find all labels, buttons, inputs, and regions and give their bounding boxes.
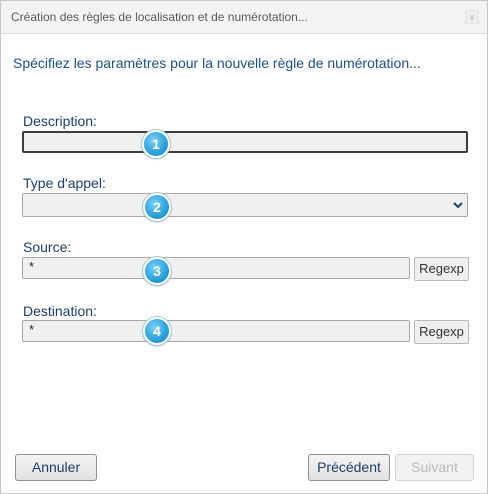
destination-value: *	[29, 322, 35, 337]
previous-button[interactable]: Précédent	[308, 454, 390, 481]
destination-label: Destination:	[23, 303, 97, 319]
source-label: Source:	[23, 239, 72, 255]
chevron-down-icon	[453, 202, 463, 209]
call-type-dropdown[interactable]	[22, 193, 468, 217]
close-button[interactable]: x	[465, 10, 479, 24]
source-input[interactable]: *	[22, 257, 410, 279]
close-icon: x	[469, 12, 475, 22]
dialog-window: Création des règles de localisation et d…	[0, 0, 488, 494]
step-badge-4: 4	[143, 317, 171, 345]
next-button[interactable]: Suivant	[395, 454, 474, 481]
destination-input[interactable]: *	[22, 320, 410, 342]
step-badge-3: 3	[143, 257, 171, 285]
title-bar[interactable]: Création des règles de localisation et d…	[1, 1, 487, 34]
destination-regexp-button[interactable]: Regexp	[414, 320, 469, 344]
description-input[interactable]	[22, 131, 468, 153]
dialog-subtitle: Spécifiez les paramètres pour la nouvell…	[13, 55, 421, 71]
source-regexp-button[interactable]: Regexp	[414, 257, 469, 281]
step-badge-2: 2	[143, 193, 171, 221]
call-type-label: Type d'appel:	[23, 175, 106, 191]
step-badge-1: 1	[142, 130, 170, 158]
window-title: Création des règles de localisation et d…	[11, 10, 308, 24]
description-label: Description:	[23, 113, 97, 129]
source-value: *	[29, 259, 35, 274]
cancel-button[interactable]: Annuler	[15, 454, 97, 481]
